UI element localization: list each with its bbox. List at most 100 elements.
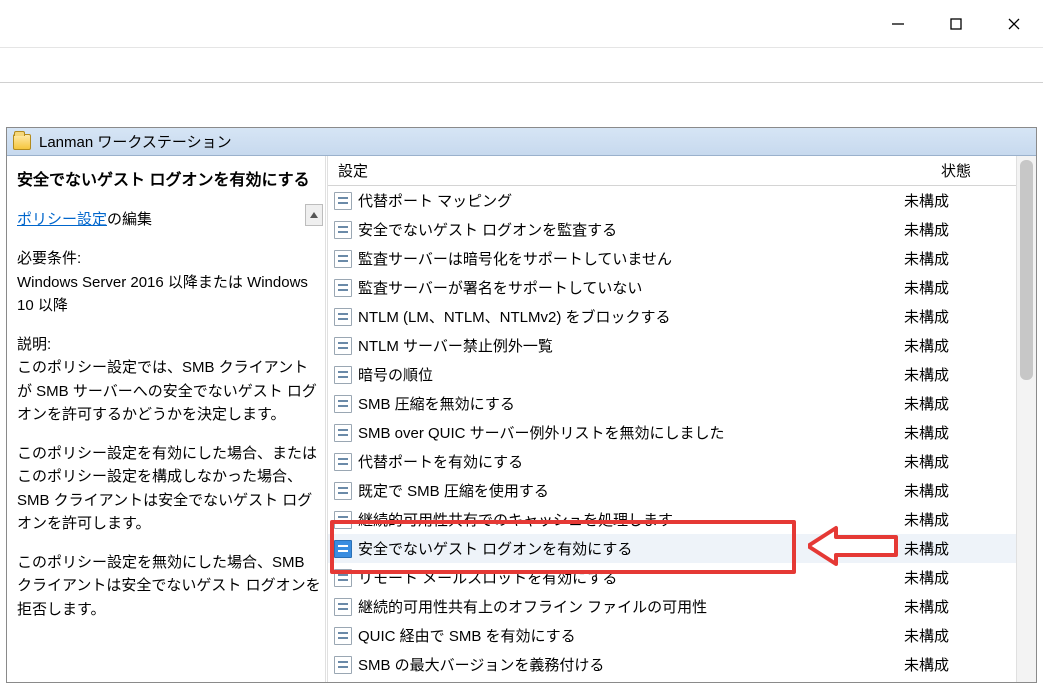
- list-item-label: NTLM (LM、NTLM、NTLMv2) をブロックする: [358, 306, 904, 327]
- list-item[interactable]: NTLM サーバー禁止例外一覧未構成: [328, 331, 1016, 360]
- policy-item-icon: [334, 482, 352, 500]
- list-item-state: 未構成: [904, 654, 1016, 675]
- column-state[interactable]: 状態: [896, 160, 1016, 181]
- list-item-label: 代替ポート マッピング: [358, 190, 904, 211]
- folder-icon: [13, 134, 31, 150]
- policy-item-icon: [334, 627, 352, 645]
- policy-item-icon: [334, 569, 352, 587]
- titlebar: [0, 0, 1043, 48]
- requirements-label: 必要条件:: [17, 247, 323, 270]
- list-item-label: 継続的可用性共有上のオフライン ファイルの可用性: [358, 596, 904, 617]
- list-item-state: 未構成: [904, 277, 1016, 298]
- policy-item-icon: [334, 424, 352, 442]
- minimize-button[interactable]: [869, 0, 927, 47]
- policy-item-icon: [334, 453, 352, 471]
- list-item[interactable]: リモート メールスロットを有効にする未構成: [328, 563, 1016, 592]
- panel-title: Lanman ワークステーション: [39, 131, 232, 152]
- list-item-label: リモート メールスロットを有効にする: [358, 567, 904, 588]
- policy-item-icon: [334, 511, 352, 529]
- list-item-state: 未構成: [904, 306, 1016, 327]
- edit-policy-link[interactable]: ポリシー設定: [17, 211, 107, 228]
- list-item-label: NTLM サーバー禁止例外一覧: [358, 335, 904, 356]
- maximize-button[interactable]: [927, 0, 985, 47]
- scroll-up-button[interactable]: [305, 204, 323, 226]
- list-item-state: 未構成: [904, 509, 1016, 530]
- details-pane: 安全でないゲスト ログオンを有効にする ポリシー設定の編集 必要条件: Wind…: [7, 156, 325, 682]
- scrollbar-thumb[interactable]: [1020, 160, 1033, 380]
- caption-buttons: [869, 0, 1043, 47]
- list-item[interactable]: NTLM (LM、NTLM、NTLMv2) をブロックする未構成: [328, 302, 1016, 331]
- list-item[interactable]: 安全でないゲスト ログオンを監査する未構成: [328, 215, 1016, 244]
- list-item[interactable]: SMB over QUIC サーバー例外リストを無効にしました未構成: [328, 418, 1016, 447]
- list-item-state: 未構成: [904, 219, 1016, 240]
- policy-item-icon: [334, 598, 352, 616]
- list-item[interactable]: 監査サーバーが署名をサポートしていない未構成: [328, 273, 1016, 302]
- list-item-label: SMB の最大バージョンを義務付ける: [358, 654, 904, 675]
- list-item-label: QUIC 経由で SMB を有効にする: [358, 625, 904, 646]
- column-name[interactable]: 設定: [328, 160, 896, 181]
- list-item-state: 未構成: [904, 538, 1016, 559]
- list-item-label: 監査サーバーが署名をサポートしていない: [358, 277, 904, 298]
- list-item-state: 未構成: [904, 625, 1016, 646]
- panel-body: 安全でないゲスト ログオンを有効にする ポリシー設定の編集 必要条件: Wind…: [7, 156, 1036, 682]
- list-item-label: SMB 圧縮を無効にする: [358, 393, 904, 414]
- policy-item-icon: [334, 395, 352, 413]
- list-item-label: 既定で SMB 圧縮を使用する: [358, 480, 904, 501]
- list-item-label: SMB over QUIC サーバー例外リストを無効にしました: [358, 422, 904, 443]
- toolbar-area: [0, 48, 1043, 83]
- column-headers: 設定 状態: [328, 156, 1016, 186]
- policy-panel: Lanman ワークステーション 安全でないゲスト ログオンを有効にする ポリシ…: [6, 127, 1037, 683]
- list-item-state: 未構成: [904, 190, 1016, 211]
- policy-item-icon: [334, 656, 352, 674]
- list-item-state: 未構成: [904, 596, 1016, 617]
- description-p1: このポリシー設定では、SMB クライアントが SMB サーバーへの安全でないゲス…: [17, 356, 323, 426]
- list-item[interactable]: 代替ポートを有効にする未構成: [328, 447, 1016, 476]
- list-item[interactable]: SMB 圧縮を無効にする未構成: [328, 389, 1016, 418]
- close-button[interactable]: [985, 0, 1043, 47]
- policy-item-icon: [334, 337, 352, 355]
- description-p3: このポリシー設定を無効にした場合、SMB クライアントは安全でないゲスト ログオ…: [17, 551, 323, 621]
- rows-container: 代替ポート マッピング未構成安全でないゲスト ログオンを監査する未構成監査サーバ…: [328, 186, 1016, 679]
- list-item-label: 代替ポートを有効にする: [358, 451, 904, 472]
- list-item[interactable]: 継続的可用性共有上のオフライン ファイルの可用性未構成: [328, 592, 1016, 621]
- list-item-state: 未構成: [904, 451, 1016, 472]
- edit-suffix: の編集: [107, 211, 152, 228]
- panel-header: Lanman ワークステーション: [7, 128, 1036, 156]
- list-item-state: 未構成: [904, 248, 1016, 269]
- list-item-state: 未構成: [904, 480, 1016, 501]
- spacer: [0, 83, 1043, 127]
- list-item-state: 未構成: [904, 422, 1016, 443]
- policy-item-icon: [334, 308, 352, 326]
- list-item-state: 未構成: [904, 335, 1016, 356]
- list-item[interactable]: 代替ポート マッピング未構成: [328, 186, 1016, 215]
- vertical-scrollbar[interactable]: [1016, 156, 1036, 682]
- list-item[interactable]: 暗号の順位未構成: [328, 360, 1016, 389]
- policy-item-icon: [334, 540, 352, 558]
- list-item-label: 安全でないゲスト ログオンを有効にする: [358, 538, 904, 559]
- list-item[interactable]: SMB の最大バージョンを義務付ける未構成: [328, 650, 1016, 679]
- list-item[interactable]: 監査サーバーは暗号化をサポートしていません未構成: [328, 244, 1016, 273]
- list-item-label: 監査サーバーは暗号化をサポートしていません: [358, 248, 904, 269]
- list-item-state: 未構成: [904, 393, 1016, 414]
- list-item-label: 安全でないゲスト ログオンを監査する: [358, 219, 904, 240]
- list-item[interactable]: 既定で SMB 圧縮を使用する未構成: [328, 476, 1016, 505]
- list-item-state: 未構成: [904, 567, 1016, 588]
- policy-item-icon: [334, 366, 352, 384]
- requirements-text: Windows Server 2016 以降または Windows 10 以降: [17, 271, 323, 318]
- policy-item-icon: [334, 192, 352, 210]
- list-area: 設定 状態 代替ポート マッピング未構成安全でないゲスト ログオンを監査する未構…: [328, 156, 1016, 682]
- policy-item-icon: [334, 221, 352, 239]
- list-item-label: 継続的可用性共有でのキャッシュを処理します: [358, 509, 904, 530]
- list-item-label: 暗号の順位: [358, 364, 904, 385]
- description-label: 説明:: [17, 333, 323, 356]
- policy-item-icon: [334, 250, 352, 268]
- selected-setting-title: 安全でないゲスト ログオンを有効にする: [17, 166, 323, 190]
- list-item[interactable]: 継続的可用性共有でのキャッシュを処理します未構成: [328, 505, 1016, 534]
- policy-item-icon: [334, 279, 352, 297]
- list-item[interactable]: 安全でないゲスト ログオンを有効にする未構成: [328, 534, 1016, 563]
- description-p2: このポリシー設定を有効にした場合、またはこのポリシー設定を構成しなかった場合、S…: [17, 442, 323, 535]
- window: Lanman ワークステーション 安全でないゲスト ログオンを有効にする ポリシ…: [0, 0, 1043, 687]
- settings-list-pane: 設定 状態 代替ポート マッピング未構成安全でないゲスト ログオンを監査する未構…: [328, 156, 1036, 682]
- list-item[interactable]: QUIC 経由で SMB を有効にする未構成: [328, 621, 1016, 650]
- list-item-state: 未構成: [904, 364, 1016, 385]
